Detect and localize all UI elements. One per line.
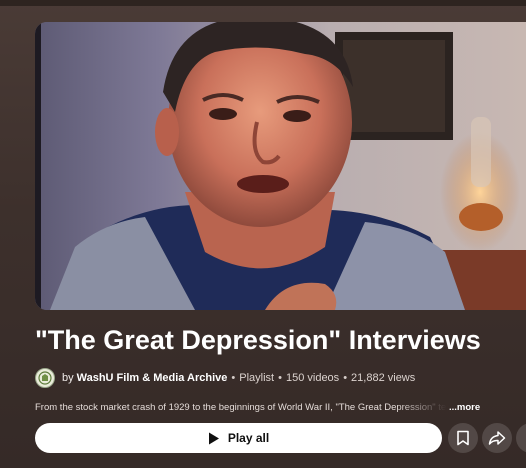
thumbnail-image bbox=[35, 22, 526, 310]
more-actions-button[interactable] bbox=[516, 423, 526, 453]
channel-logo-icon bbox=[38, 371, 52, 385]
separator: • bbox=[343, 372, 348, 384]
share-button[interactable] bbox=[482, 423, 512, 453]
page-top-edge bbox=[0, 0, 526, 6]
description-text: From the stock market crash of 1929 to t… bbox=[35, 402, 447, 413]
playlist-description[interactable]: From the stock market crash of 1929 to t… bbox=[35, 399, 515, 417]
playlist-meta: by WashU Film & Media Archive • Playlist… bbox=[35, 366, 515, 390]
separator: • bbox=[231, 372, 236, 384]
share-icon bbox=[488, 431, 506, 445]
bookmark-icon bbox=[457, 430, 469, 446]
save-playlist-button[interactable] bbox=[448, 423, 478, 453]
more-link[interactable]: ...more bbox=[449, 402, 480, 413]
playlist-thumbnail[interactable] bbox=[35, 22, 526, 310]
playlist-title: "The Great Depression" Interviews bbox=[35, 325, 481, 355]
separator: • bbox=[278, 372, 282, 384]
play-all-button[interactable]: Play all bbox=[35, 423, 442, 453]
view-count: 21,882 views bbox=[351, 372, 416, 384]
play-icon bbox=[208, 432, 220, 445]
by-prefix: by bbox=[62, 372, 74, 384]
play-all-label: Play all bbox=[227, 431, 270, 445]
channel-avatar[interactable] bbox=[35, 368, 55, 388]
video-count: 150 videos bbox=[285, 372, 340, 384]
playlist-type: Playlist bbox=[239, 372, 275, 384]
channel-name-link[interactable]: WashU Film & Media Archive bbox=[77, 372, 228, 384]
